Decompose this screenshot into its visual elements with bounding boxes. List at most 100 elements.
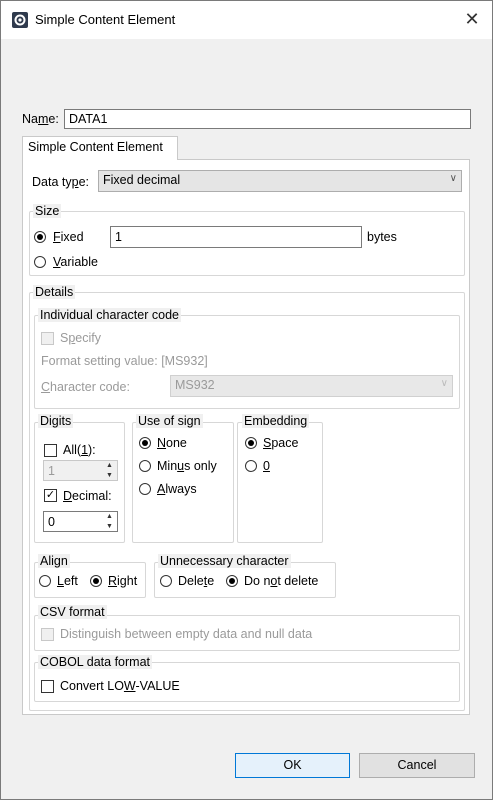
- chevron-down-icon: ∨: [440, 378, 448, 389]
- chevron-down-icon: ∨: [449, 173, 457, 184]
- variable-label-post: ariable: [60, 255, 98, 269]
- embedding-group-label: Embedding: [242, 414, 310, 428]
- decimal-checkbox[interactable]: ✓: [44, 489, 57, 502]
- size-value-input[interactable]: 1: [110, 226, 362, 248]
- all-digits-stepper[interactable]: 1 ▲ ▼: [43, 460, 118, 481]
- cancel-button[interactable]: Cancel: [359, 753, 475, 778]
- variable-radio-label[interactable]: Variable: [53, 255, 98, 269]
- none-label-post: one: [166, 436, 187, 450]
- sign-none-radio[interactable]: [139, 437, 151, 449]
- always-label-post: lways: [165, 482, 197, 496]
- all-label-post: ):: [88, 443, 96, 457]
- data-type-value: Fixed decimal: [103, 173, 181, 187]
- do-not-delete-radio[interactable]: [226, 575, 238, 587]
- distinguish-checkbox[interactable]: [41, 628, 54, 641]
- convert-label-pre: Convert LO: [60, 679, 124, 693]
- decimal-mnemonic: D: [63, 489, 73, 503]
- align-right-label[interactable]: Right: [108, 574, 137, 588]
- format-setting-text: Format setting value: [MS932]: [41, 354, 208, 368]
- data-type-select[interactable]: Fixed decimal ∨: [98, 170, 462, 192]
- delete-label-pre: Dele: [178, 574, 204, 588]
- fixed-radio[interactable]: [34, 231, 46, 243]
- bytes-label: bytes: [367, 230, 397, 244]
- app-gear-icon: [12, 12, 28, 28]
- title-bar: Simple Content Element ✕: [1, 1, 492, 39]
- close-icon[interactable]: ✕: [460, 7, 484, 31]
- delete-radio[interactable]: [160, 575, 172, 587]
- right-mnemonic: R: [108, 574, 118, 588]
- zero-mnemonic: 0: [263, 459, 270, 473]
- delete-label-post: e: [207, 574, 215, 588]
- character-code-value: MS932: [175, 378, 215, 392]
- decimal-digits-value: 0: [48, 515, 55, 529]
- convert-low-value-label[interactable]: Convert LOW-VALUE: [60, 679, 180, 693]
- fixed-mnemonic: F: [53, 230, 61, 244]
- align-right-radio[interactable]: [90, 575, 102, 587]
- fixed-radio-label[interactable]: Fixed: [53, 230, 84, 244]
- embedding-space-label[interactable]: Space: [263, 436, 298, 450]
- decimal-label-post: ecimal:: [72, 489, 112, 503]
- all-label-pre: All(: [63, 443, 82, 457]
- all-checkbox-label[interactable]: All(1):: [63, 443, 96, 457]
- specify-label-post: ecify: [75, 331, 101, 345]
- name-label: Name:: [22, 112, 59, 126]
- all-mnemonic: 1: [81, 443, 89, 457]
- distinguish-label: Distinguish between empty data and null …: [60, 627, 313, 641]
- character-code-select[interactable]: MS932 ∨: [170, 375, 453, 397]
- sign-always-radio[interactable]: [139, 483, 151, 495]
- character-code-label: Character code:: [41, 380, 130, 394]
- window-title: Simple Content Element: [35, 12, 176, 27]
- character-code-mnemonic: C: [41, 380, 51, 394]
- embedding-space-radio[interactable]: [245, 437, 257, 449]
- data-type-label-post: e:: [78, 175, 89, 189]
- size-group-label: Size: [33, 204, 62, 218]
- all-checkbox[interactable]: [44, 444, 57, 457]
- all-digits-value: 1: [48, 464, 55, 478]
- name-label-post: e:: [48, 112, 59, 126]
- minus-label-pre: Min: [157, 459, 178, 473]
- convert-label-post: -VALUE: [135, 679, 180, 693]
- not-delete-label-post: t delete: [277, 574, 319, 588]
- fixed-label-post: ixed: [60, 230, 84, 244]
- character-code-label-post: haracter code:: [50, 380, 130, 394]
- sign-minus-radio[interactable]: [139, 460, 151, 472]
- data-type-mnemonic: p: [71, 175, 79, 189]
- do-not-delete-label[interactable]: Do not delete: [244, 574, 318, 588]
- csv-format-group-label: CSV format: [38, 605, 107, 619]
- left-label-post: eft: [63, 574, 78, 588]
- sign-always-label[interactable]: Always: [157, 482, 197, 496]
- spin-down-icon[interactable]: ▼: [102, 522, 117, 532]
- unnecessary-character-group-label: Unnecessary character: [158, 554, 291, 568]
- not-delete-label-pre: Do n: [244, 574, 271, 588]
- decimal-digits-stepper[interactable]: 0 ▲ ▼: [43, 511, 118, 532]
- specify-checkbox[interactable]: [41, 332, 54, 345]
- left-mnemonic: L: [57, 574, 64, 588]
- data-type-label: Data type:: [32, 175, 89, 189]
- spin-down-icon[interactable]: ▼: [102, 471, 117, 481]
- embedding-zero-label[interactable]: 0: [263, 459, 270, 473]
- delete-label[interactable]: Delete: [178, 574, 214, 588]
- align-left-label[interactable]: Left: [57, 574, 78, 588]
- char-code-group-label: Individual character code: [38, 308, 181, 322]
- name-label-pre: Na: [22, 112, 38, 126]
- space-label-post: pace: [271, 436, 299, 450]
- align-left-radio[interactable]: [39, 575, 51, 587]
- convert-low-value-checkbox[interactable]: [41, 680, 54, 693]
- decimal-checkbox-label[interactable]: Decimal:: [63, 489, 112, 503]
- specify-label: Specify: [60, 331, 101, 345]
- align-group-label: Align: [38, 554, 70, 568]
- tab-simple-content-element[interactable]: Simple Content Element: [22, 136, 178, 160]
- none-mnemonic: N: [157, 436, 167, 450]
- digits-group-label: Digits: [38, 414, 74, 428]
- spin-up-icon[interactable]: ▲: [102, 512, 117, 522]
- embedding-zero-radio[interactable]: [245, 460, 257, 472]
- sign-none-label[interactable]: None: [157, 436, 187, 450]
- spin-up-icon[interactable]: ▲: [102, 461, 117, 471]
- ok-button[interactable]: OK: [235, 753, 350, 778]
- name-label-mnemonic: m: [37, 112, 49, 126]
- minus-label-post: s only: [184, 459, 217, 473]
- cobol-format-group-label: COBOL data format: [38, 655, 152, 669]
- name-input[interactable]: DATA1: [64, 109, 471, 129]
- variable-radio[interactable]: [34, 256, 46, 268]
- sign-minus-label[interactable]: Minus only: [157, 459, 217, 473]
